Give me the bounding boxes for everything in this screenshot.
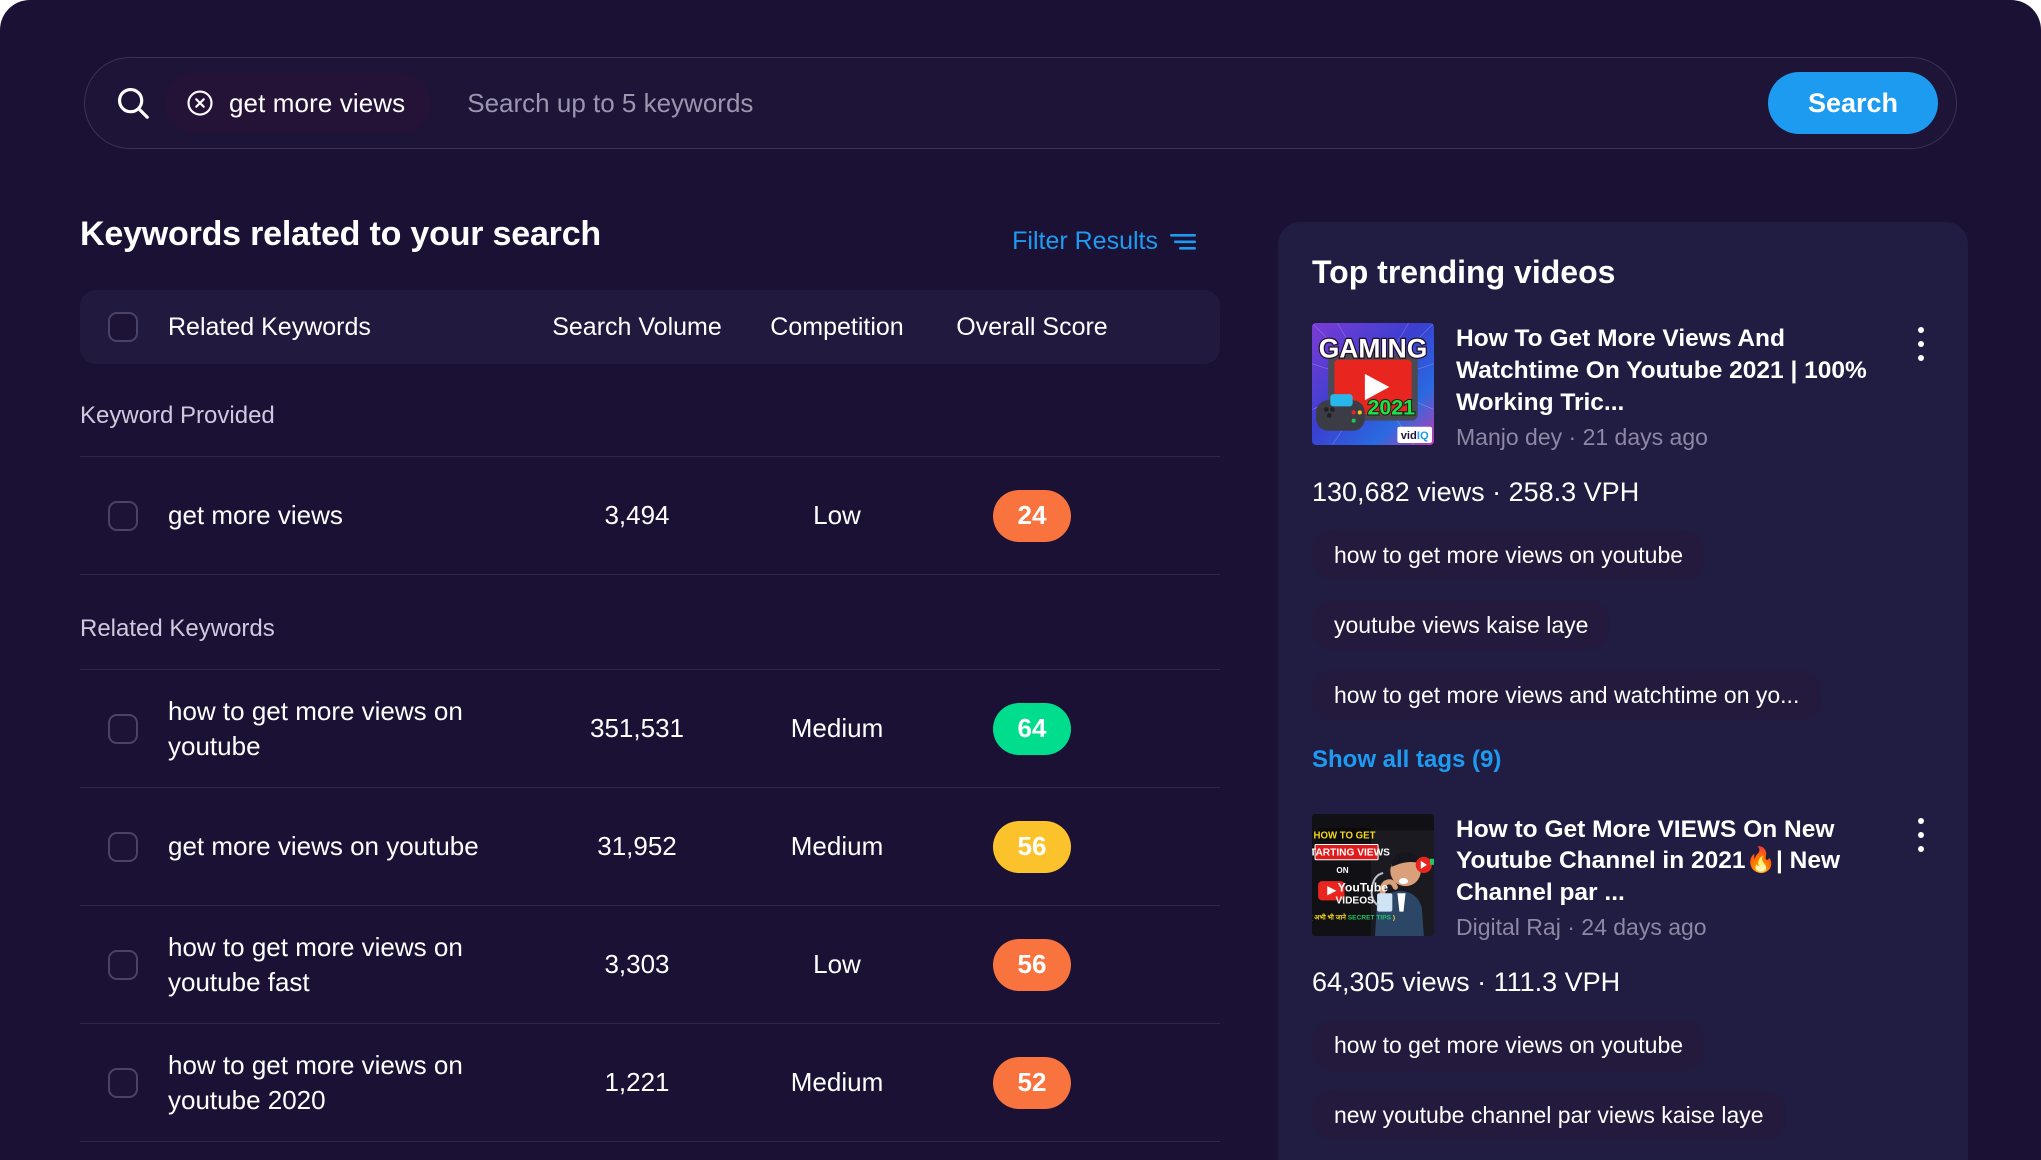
group-label-keyword-provided: Keyword Provided — [80, 364, 1220, 457]
kebab-menu-icon[interactable] — [1908, 327, 1934, 361]
status-badge: 24 — [993, 489, 1071, 542]
close-circle-icon[interactable] — [185, 88, 215, 118]
video-title: How To Get More Views And Watchtime On Y… — [1456, 325, 1867, 416]
video-tag[interactable]: how to get more views and watchtime on y… — [1312, 669, 1822, 721]
video-age: 21 days ago — [1582, 423, 1708, 450]
table-header-row: Related Keywords Search Volume Competiti… — [80, 290, 1220, 364]
video-age: 24 days ago — [1581, 914, 1707, 941]
row-search-volume: 1,221 — [604, 1067, 670, 1097]
video-tag[interactable]: how to get more views on youtube — [1312, 1020, 1706, 1072]
row-checkbox[interactable] — [108, 831, 138, 862]
row-search-volume: 351,531 — [590, 713, 684, 743]
svg-text:YouTube: YouTube — [1338, 880, 1389, 894]
video-tag-list: how to get more views on youtube new you… — [1312, 1020, 1934, 1160]
keyword-chip[interactable]: get more views — [165, 73, 432, 133]
video-title: How to Get More VIEWS On New Youtube Cha… — [1456, 815, 1841, 907]
table-row[interactable]: get more views 3,494 Low 24 — [80, 457, 1220, 575]
keywords-panel: Keywords related to your search Filter R… — [80, 215, 1220, 1142]
filter-results-label: Filter Results — [1012, 227, 1158, 255]
row-checkbox[interactable] — [108, 1067, 138, 1098]
select-all-checkbox[interactable] — [108, 312, 138, 342]
video-stats: 64,305 views · 111.3 VPH — [1312, 967, 1621, 998]
video-tag[interactable]: youtube views kaise laye — [1312, 599, 1611, 651]
page-title: Keywords related to your search — [80, 215, 601, 253]
svg-text:( अभी भी जाने: ( अभी भी जाने SECRET TIPS ) — [1312, 912, 1395, 921]
status-badge: 56 — [993, 938, 1071, 991]
row-search-volume: 3,303 — [604, 949, 670, 979]
video-tag[interactable]: how to get more views on youtube — [1312, 529, 1706, 581]
thumbnail-art-gaming: GAMING 2021 vidIQ — [1312, 323, 1434, 445]
row-checkbox[interactable] — [108, 713, 138, 744]
svg-text:ON: ON — [1336, 865, 1348, 874]
row-search-volume: 3,494 — [604, 500, 670, 530]
row-keyword: how to get more views on youtube — [168, 696, 463, 761]
row-competition: Medium — [790, 1067, 884, 1097]
video-meta-separator: · — [1568, 423, 1577, 450]
svg-text:2021: 2021 — [1368, 396, 1416, 420]
row-keyword: get more views — [168, 500, 343, 531]
column-header-search-volume: Search Volume — [552, 312, 722, 341]
row-search-volume: 31,952 — [597, 831, 677, 861]
column-header-overall-score: Overall Score — [956, 312, 1108, 341]
video-channel: Digital Raj — [1456, 914, 1561, 941]
keyword-chip-label: get more views — [229, 87, 406, 118]
video-card[interactable]: GAMING 2021 vidIQ How To Get More Views … — [1312, 323, 1934, 774]
video-card[interactable]: HOW TO GET STARTING VIEWS ON YouTube VID… — [1312, 813, 1934, 1160]
row-competition: Medium — [790, 831, 884, 861]
status-badge: 64 — [993, 702, 1071, 755]
row-competition: Medium — [790, 713, 884, 743]
video-tag-list: how to get more views on youtube youtube… — [1312, 529, 1934, 774]
search-bar[interactable]: get more views Search — [84, 57, 1957, 149]
keywords-header: Keywords related to your search Filter R… — [80, 215, 1220, 256]
table-row[interactable]: how to get more views on youtube 2020 1,… — [80, 1024, 1220, 1142]
row-keyword: how to get more views on youtube 2020 — [168, 1050, 463, 1115]
table-row[interactable]: how to get more views on youtube fast 3,… — [80, 906, 1220, 1024]
svg-text:GAMING: GAMING — [1319, 334, 1428, 364]
video-thumbnail[interactable]: GAMING 2021 vidIQ — [1312, 323, 1434, 445]
video-meta-separator: · — [1567, 914, 1575, 941]
svg-text:STARTING VIEWS: STARTING VIEWS — [1312, 847, 1390, 858]
search-icon — [107, 77, 159, 129]
table-row[interactable]: how to get more views on youtube 351,531… — [80, 670, 1220, 788]
svg-text:vidIQ: vidIQ — [1401, 430, 1429, 442]
column-header-related-keywords: Related Keywords — [168, 312, 371, 341]
row-keyword: how to get more views on youtube fast — [168, 932, 463, 997]
row-competition: Low — [813, 949, 861, 979]
group-label-related-keywords: Related Keywords — [80, 575, 1220, 670]
row-keyword: get more views on youtube — [168, 831, 479, 862]
row-checkbox[interactable] — [108, 949, 138, 980]
column-header-competition: Competition — [770, 312, 904, 341]
status-badge: 52 — [993, 1056, 1071, 1109]
top-trending-videos-panel: Top trending videos GAMING 2021 vidIQ Ho… — [1278, 222, 1968, 1160]
trending-panel-title: Top trending videos — [1312, 254, 1616, 290]
search-input[interactable] — [467, 87, 1768, 119]
svg-text:VIDEOS: VIDEOS — [1336, 895, 1375, 906]
status-badge: 56 — [993, 820, 1071, 873]
kebab-menu-icon[interactable] — [1908, 817, 1934, 852]
video-tag[interactable]: new youtube channel par views kaise laye — [1312, 1090, 1786, 1142]
video-stats: 130,682 views · 258.3 VPH — [1312, 476, 1640, 507]
row-checkbox[interactable] — [108, 500, 138, 531]
search-button[interactable]: Search — [1767, 72, 1938, 134]
thumbnail-art-starting-views: HOW TO GET STARTING VIEWS ON YouTube VID… — [1312, 813, 1434, 936]
row-competition: Low — [813, 500, 861, 530]
app-window: get more views Search Keywords related t… — [0, 0, 2041, 1160]
filter-results-button[interactable]: Filter Results — [1012, 227, 1196, 256]
show-all-tags-link[interactable]: Show all tags (9) — [1312, 746, 1501, 774]
video-thumbnail[interactable]: HOW TO GET STARTING VIEWS ON YouTube VID… — [1312, 813, 1434, 936]
video-channel: Manjo dey — [1456, 423, 1563, 450]
filter-icon — [1170, 233, 1196, 250]
table-row[interactable]: get more views on youtube 31,952 Medium … — [80, 788, 1220, 906]
svg-text:HOW TO GET: HOW TO GET — [1314, 830, 1376, 841]
